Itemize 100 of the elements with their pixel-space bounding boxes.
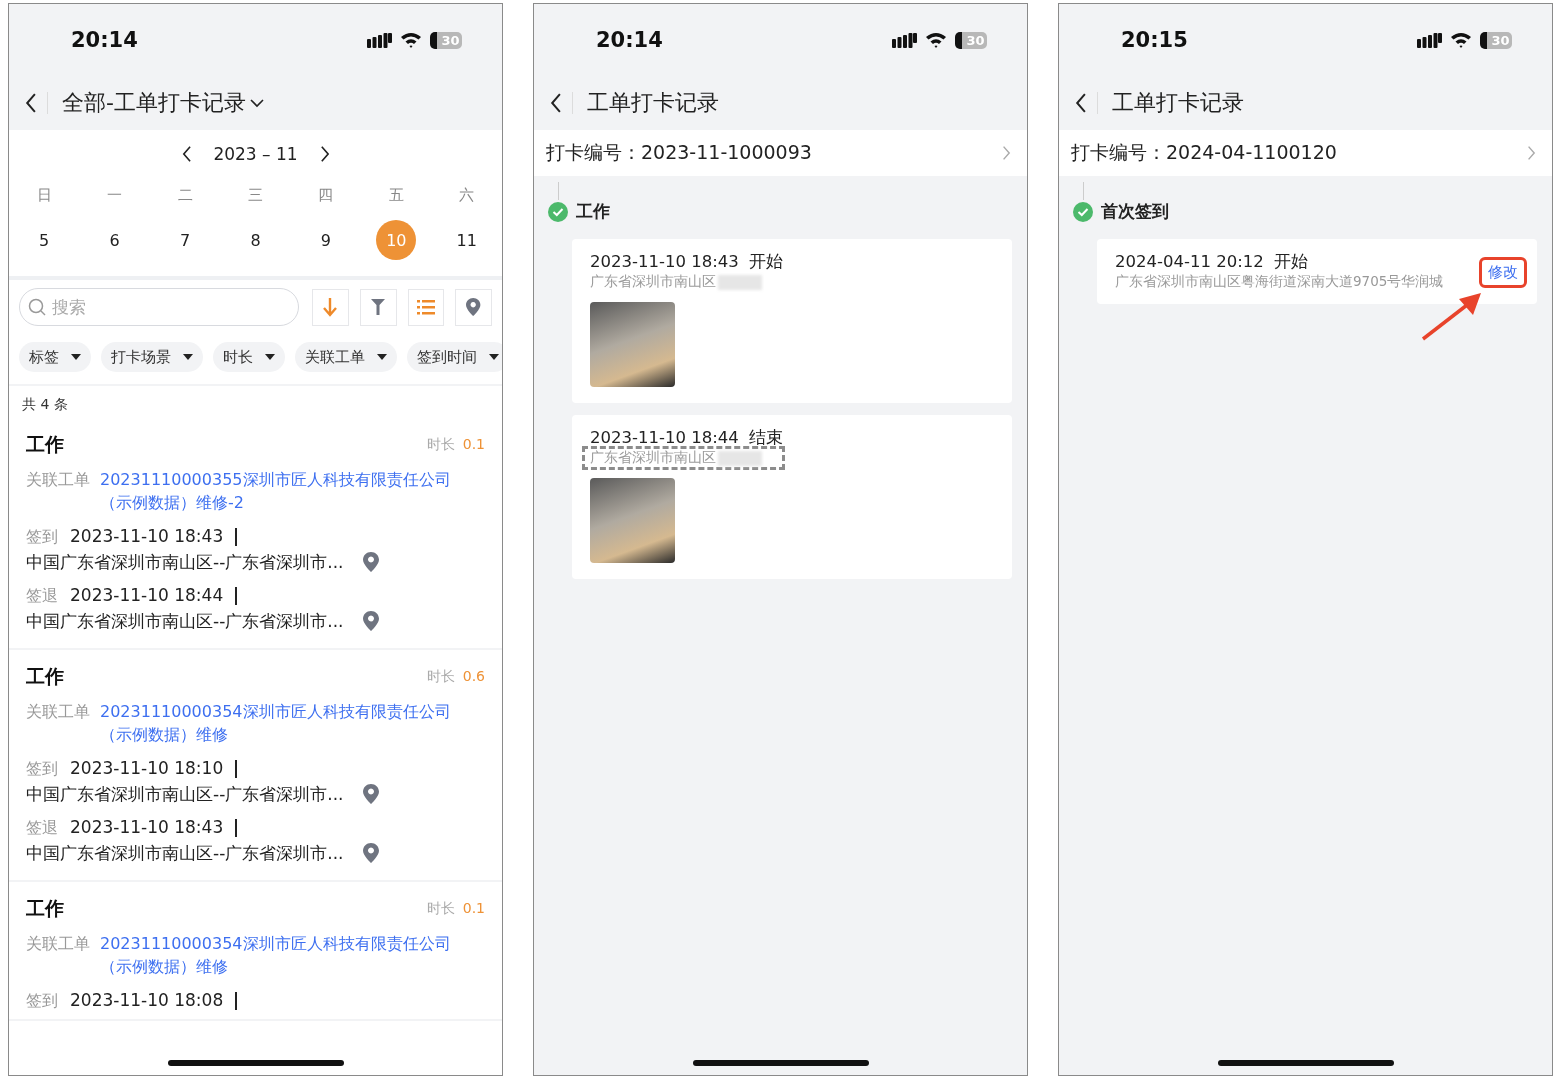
back-button[interactable] (25, 92, 49, 114)
wifi-icon (400, 32, 422, 48)
record-item[interactable]: 工作 时长 0.1 关联工单 20231110000355深圳市匠人科技有限责任公司（示例数据）维修-2 签到 2023-11-10 18:43 中国广东省深圳市南山区--广东省深圳市... 签退 2023-11-10 18:44 中国广东省深圳市南山区--广东省深圳市... (9, 418, 502, 650)
record-item[interactable]: 工作 时长 0.1 关联工单 20231110000354深圳市匠人科技有限责任公司（示例数据）维修 签到 2023-11-10 18:08 (9, 882, 502, 1021)
punch-address: 广东省深圳市南山区粤海街道深南大道9705号华润城 (1115, 273, 1444, 291)
ticket-link[interactable]: 20231110000354深圳市匠人科技有限责任公司（示例数据）维修 (100, 932, 460, 978)
record-number-row[interactable]: 打卡编号：2023-11-1000093 (534, 130, 1027, 176)
list-button[interactable] (407, 288, 445, 326)
status-time: 20:14 (71, 28, 138, 52)
punch-address: 广东省深圳市南山区 (590, 449, 716, 467)
step-title: 首次签到 (1101, 200, 1169, 223)
caret-icon (71, 354, 81, 360)
photo-placeholder[interactable] (590, 478, 675, 563)
edit-button[interactable]: 修改 (1479, 257, 1527, 288)
previous-month-button[interactable] (181, 145, 192, 163)
record-title: 工作 (26, 664, 64, 689)
month-label: 2023 – 11 (213, 144, 298, 164)
chevron-right-icon (1527, 145, 1536, 161)
page-title: 工单打卡记录 (587, 89, 720, 117)
entry-time: 2023-11-10 18:10 (70, 757, 224, 780)
location-button[interactable] (455, 288, 492, 326)
calendar-day[interactable]: 9 (305, 220, 346, 260)
search-field[interactable]: 搜索 (19, 288, 299, 326)
ticket-link[interactable]: 20231110000354深圳市匠人科技有限责任公司（示例数据）维修 (100, 700, 460, 746)
location-pin-icon (363, 843, 380, 863)
filter-icon (370, 298, 387, 316)
entry-address: 中国广东省深圳市南山区--广东省深圳市... (26, 551, 344, 574)
photo-placeholder[interactable] (590, 302, 675, 387)
status-time: 20:15 (1121, 28, 1188, 52)
entry-address: 中国广东省深圳市南山区--广东省深圳市... (26, 842, 344, 865)
list-icon (416, 299, 435, 315)
record-title: 工作 (26, 896, 64, 921)
weekday-label: 二 (177, 186, 193, 206)
signal-icon (1417, 32, 1442, 48)
divider-bar-icon (235, 527, 238, 546)
battery-icon: 30 (1480, 31, 1512, 49)
calendar-day[interactable]: 8 (235, 220, 276, 260)
ticket-label: 关联工单 (26, 701, 90, 723)
entry-address: 中国广东省深圳市南山区--广东省深圳市... (26, 783, 344, 806)
entry-label: 签到 (26, 526, 58, 548)
sort-button[interactable] (312, 288, 349, 326)
search-icon (28, 298, 46, 316)
record-item[interactable]: 工作 时长 0.6 关联工单 20231110000354深圳市匠人科技有限责任公司（示例数据）维修 签到 2023-11-10 18:10 中国广东省深圳市南山区--广东省深圳市... 签退 2023-11-10 18:43 中国广东省深圳市南山区--广东省深圳市... (9, 650, 502, 882)
duration-label: 时长 (426, 668, 455, 686)
step-title: 工作 (576, 200, 610, 223)
filter-chip[interactable]: 签到时间 (407, 342, 502, 372)
divider-bar-icon (235, 991, 238, 1010)
back-button[interactable] (1075, 92, 1099, 114)
entry-address: 中国广东省深圳市南山区--广东省深圳市... (26, 610, 344, 633)
filter-chip[interactable]: 打卡场景 (101, 342, 203, 372)
ticket-link[interactable]: 20231110000355深圳市匠人科技有限责任公司（示例数据）维修-2 (100, 468, 460, 514)
entry-time: 2023-11-10 18:43 (70, 525, 224, 548)
divider-bar-icon (235, 759, 238, 778)
status-time: 20:14 (596, 28, 663, 52)
calendar-day[interactable]: 6 (94, 220, 135, 260)
battery-icon: 30 (430, 31, 462, 49)
entry-time: 2023-11-10 18:43 (70, 816, 224, 839)
punch-time: 2023-11-10 18:43 开始 (590, 251, 784, 273)
entry-label: 签退 (26, 585, 58, 607)
record-number-row[interactable]: 打卡编号：2024-04-1100120 (1059, 130, 1552, 176)
location-pin-icon (363, 611, 380, 631)
signal-icon (892, 32, 917, 48)
down-arrow-icon (323, 297, 338, 317)
duration-value: 0.6 (462, 668, 485, 686)
location-pin-icon (363, 784, 380, 804)
filter-button[interactable] (359, 288, 397, 326)
weekday-label: 四 (318, 186, 334, 206)
filter-chip[interactable]: 关联工单 (295, 342, 397, 372)
weekday-label: 一 (107, 186, 123, 206)
punch-time: 2023-11-10 18:44 结束 (590, 427, 785, 449)
divider-bar-icon (235, 818, 238, 837)
caret-icon (265, 354, 275, 360)
calendar-day[interactable]: 7 (165, 220, 206, 260)
punch-address: 广东省深圳市南山区 (590, 273, 716, 291)
duration-value: 0.1 (462, 436, 485, 454)
entry-label: 签到 (26, 990, 58, 1012)
chevron-right-icon (1002, 145, 1011, 161)
filter-chip[interactable]: 标签 (19, 342, 91, 372)
back-button[interactable] (550, 92, 574, 114)
entry-label: 签到 (26, 758, 58, 780)
wifi-icon (925, 32, 947, 48)
calendar-day[interactable]: 5 (24, 220, 65, 260)
location-pin-icon (363, 552, 380, 572)
record-title: 工作 (26, 432, 64, 457)
entry-time: 2023-11-10 18:44 (70, 584, 224, 607)
caret-icon (183, 354, 193, 360)
duration-label: 时长 (426, 436, 455, 454)
page-title: 工单打卡记录 (1112, 89, 1245, 117)
location-pin-icon (466, 298, 481, 316)
duration-value: 0.1 (462, 900, 485, 918)
entry-label: 签退 (26, 817, 58, 839)
next-month-button[interactable] (319, 145, 330, 163)
caret-icon (489, 354, 499, 360)
calendar-day[interactable]: 11 (446, 220, 487, 260)
weekday-label: 日 (36, 186, 52, 206)
battery-icon: 30 (955, 31, 987, 49)
punch-time: 2024-04-11 20:12 开始 (1115, 251, 1310, 273)
ticket-label: 关联工单 (26, 469, 90, 491)
filter-chip[interactable]: 时长 (213, 342, 285, 372)
divider-bar-icon (235, 586, 238, 605)
